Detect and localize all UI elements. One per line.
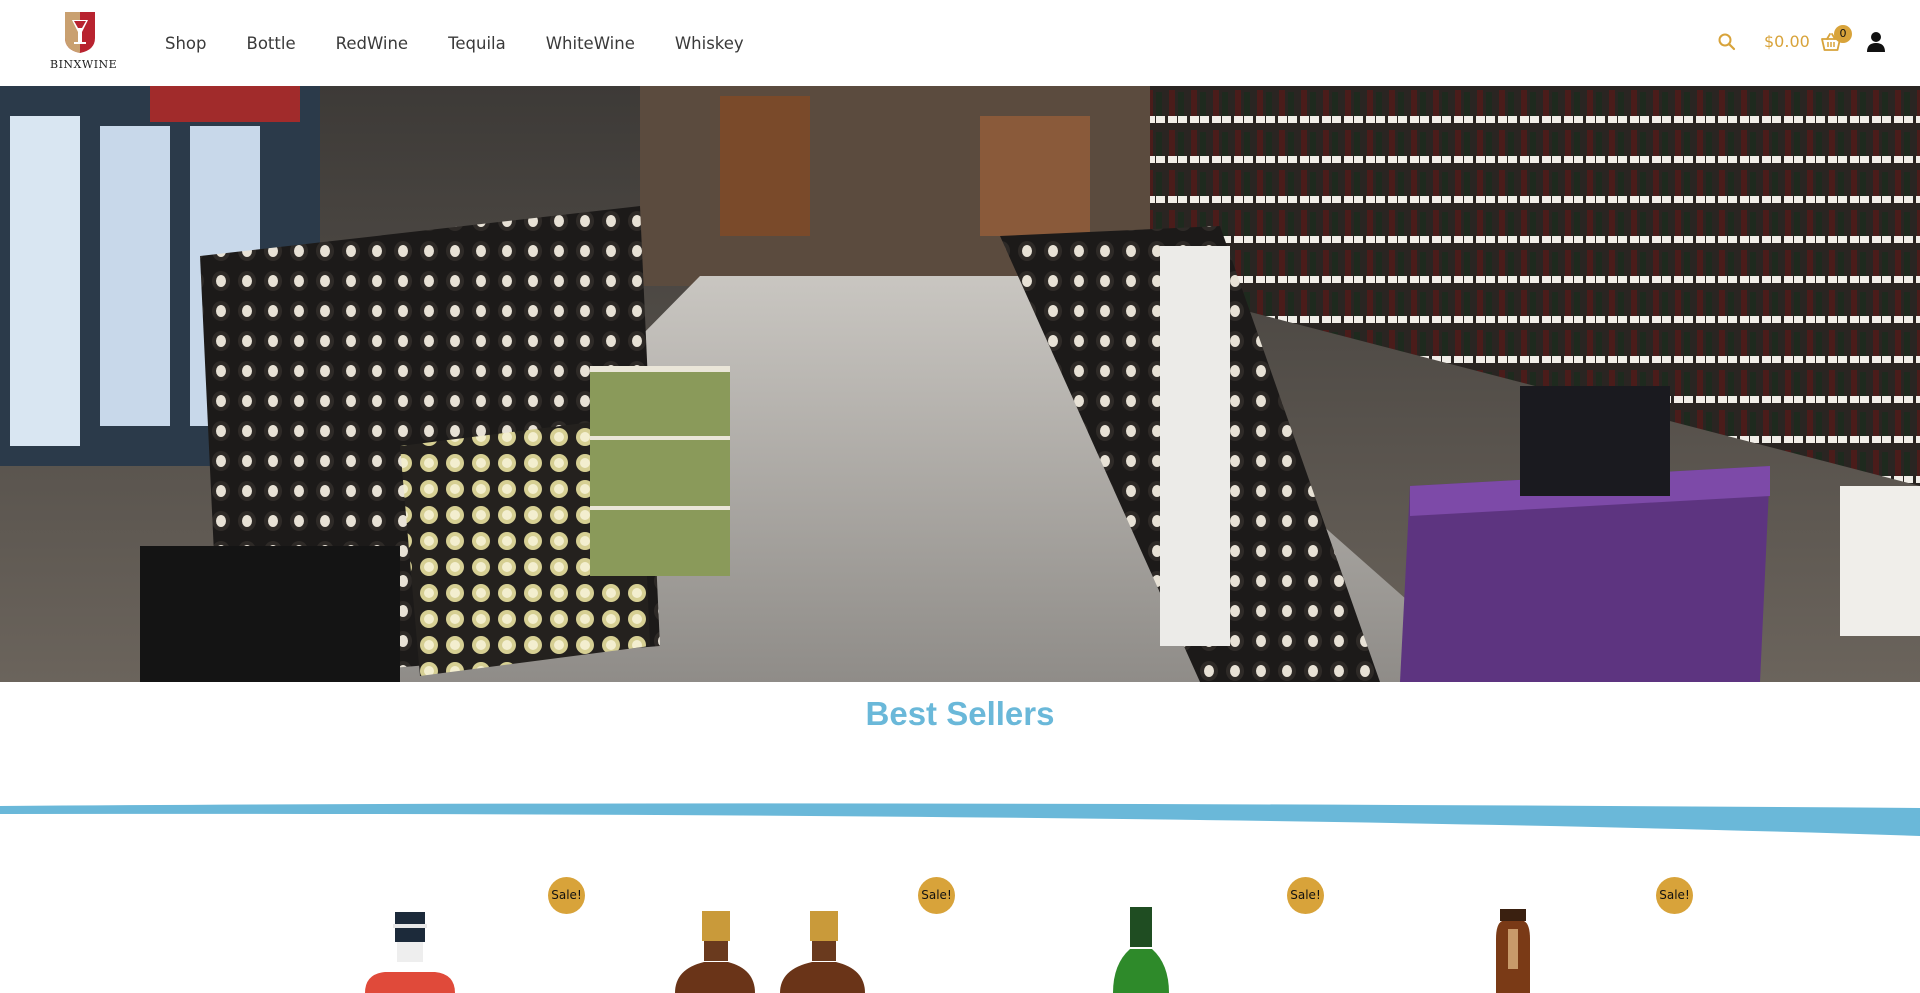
sale-badge: Sale! <box>1287 877 1324 914</box>
red-liqueur-bottle <box>365 912 455 993</box>
product-card[interactable]: Sale! <box>660 860 955 993</box>
wine-glass-logo-icon <box>65 12 95 53</box>
decorative-wave-divider <box>0 803 1920 836</box>
wine-store-image <box>0 86 1920 682</box>
twin-whiskey-bottles <box>675 911 865 993</box>
sale-badge: Sale! <box>548 877 585 914</box>
search-icon[interactable] <box>1717 32 1737 52</box>
nav-item-tequila[interactable]: Tequila <box>428 34 526 53</box>
nav-item-whitewine[interactable]: WhiteWine <box>526 34 655 53</box>
cart-total[interactable]: $0.00 <box>1764 32 1810 51</box>
best-sellers-list: Sale! Sale! Sale! Sale! <box>0 860 1920 993</box>
nav-item-redwine[interactable]: RedWine <box>316 34 429 53</box>
product-card[interactable]: Sale! <box>1080 860 1324 993</box>
cart-count-badge: 0 <box>1834 25 1852 43</box>
best-sellers-heading: Best Sellers <box>865 695 1055 732</box>
brand-logo[interactable]: BINXWINE <box>50 8 118 74</box>
green-wine-bottle <box>1113 907 1169 993</box>
main-nav: Shop Bottle RedWine Tequila WhiteWine Wh… <box>145 0 764 86</box>
sale-badge: Sale! <box>918 877 955 914</box>
sale-badge: Sale! <box>1656 877 1693 914</box>
site-header: BINXWINE Shop Bottle RedWine Tequila Whi… <box>0 0 1920 86</box>
nav-item-bottle[interactable]: Bottle <box>227 34 316 53</box>
nav-item-whiskey[interactable]: Whiskey <box>655 34 764 53</box>
product-card[interactable]: Sale! <box>1450 860 1693 993</box>
product-card[interactable]: Sale! <box>330 860 585 993</box>
brand-name: BINXWINE <box>50 58 118 71</box>
dark-brown-bottle <box>1496 909 1530 993</box>
nav-item-shop[interactable]: Shop <box>145 34 227 53</box>
hero-banner <box>0 86 1920 682</box>
user-icon[interactable] <box>1866 31 1886 53</box>
